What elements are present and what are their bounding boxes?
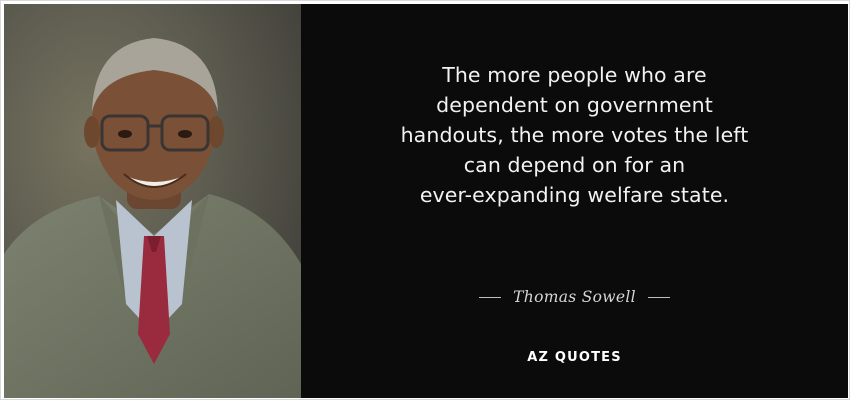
quote-line: The more people who are: [442, 63, 707, 87]
quote-text: The more people who are dependent on gov…: [341, 60, 808, 210]
quote-line: can depend on for an: [463, 153, 686, 177]
brand-logo: AZ QUOTES: [527, 350, 622, 365]
divider-left: [479, 296, 502, 298]
quote-line: handouts, the more votes the left: [400, 123, 749, 147]
quote-panel: The more people who are dependent on gov…: [301, 4, 848, 398]
quote-line: dependent on government: [436, 93, 713, 117]
author-name: Thomas Sowell: [513, 288, 636, 306]
author-portrait-image: [4, 4, 301, 398]
quote-line: ever-expanding welfare state.: [419, 183, 730, 207]
divider-right: [647, 296, 670, 298]
quote-card: The more people who are dependent on gov…: [0, 0, 850, 400]
author-portrait: [4, 4, 301, 398]
attribution: Thomas Sowell: [301, 288, 848, 306]
